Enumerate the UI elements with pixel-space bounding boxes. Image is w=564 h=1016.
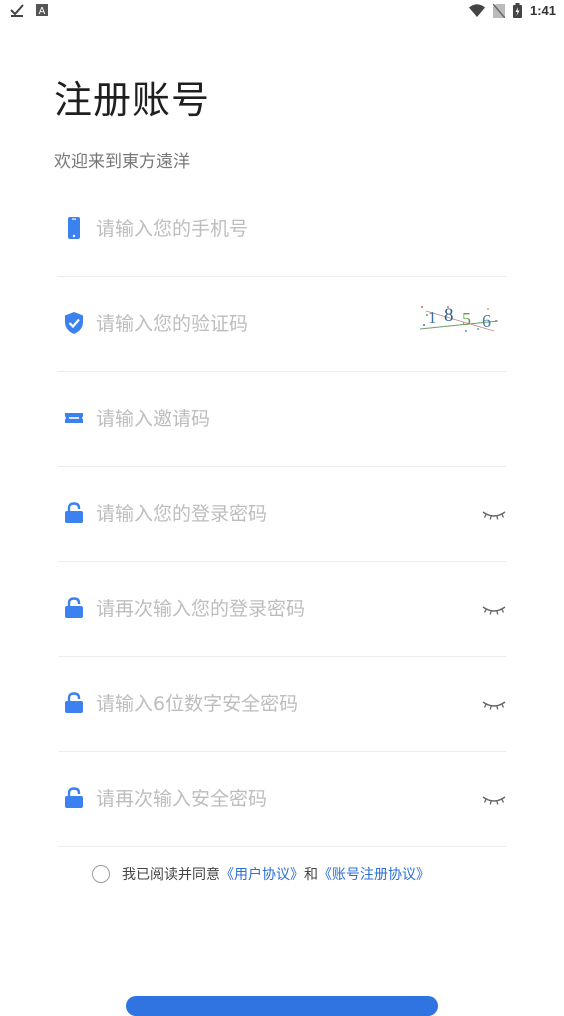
confirm-login-password-input[interactable]: [96, 592, 426, 626]
no-sim-icon: [492, 3, 505, 18]
svg-text:A: A: [39, 6, 46, 16]
agreement-radio[interactable]: [92, 865, 110, 883]
status-bar: A 1:41: [0, 0, 564, 24]
captcha-digit: 5: [462, 309, 471, 329]
confirm-login-password-field: [58, 562, 506, 657]
captcha-digit: 8: [444, 305, 454, 326]
register-form: 1 8 5 6: [58, 182, 506, 847]
agreement-and: 和: [304, 867, 318, 883]
invite-code-input[interactable]: [96, 402, 426, 436]
confirm-security-password-field: [58, 752, 506, 847]
agreement-prefix: 我已阅读并同意: [122, 867, 220, 883]
agreement-row: 我已阅读并同意 《用户协议》 和 《账号注册协议》: [92, 864, 430, 884]
captcha-digit: 6: [482, 311, 491, 331]
eye-closed-icon[interactable]: [482, 697, 506, 713]
security-password-input[interactable]: [96, 687, 426, 721]
status-time: 1:41: [529, 3, 556, 18]
page-subtitle: 欢迎来到東方遠洋: [54, 152, 190, 172]
wifi-icon: [468, 4, 485, 17]
status-right: 1:41: [468, 3, 556, 18]
phone-field: [58, 182, 506, 277]
eye-closed-icon[interactable]: [482, 602, 506, 618]
verify-code-input[interactable]: [96, 307, 426, 341]
battery-charging-icon: [512, 3, 522, 18]
phone-icon: [68, 217, 80, 239]
confirm-security-password-input[interactable]: [96, 782, 426, 816]
security-password-field: [58, 657, 506, 752]
register-submit-button[interactable]: [126, 996, 438, 1016]
login-password-input[interactable]: [96, 497, 426, 531]
user-agreement-link[interactable]: 《用户协议》: [220, 864, 304, 884]
eye-closed-icon[interactable]: [482, 507, 506, 523]
status-left: A: [10, 3, 48, 17]
download-check-icon: [10, 4, 24, 17]
lock-icon: [65, 502, 83, 523]
captcha-image[interactable]: 1 8 5 6: [418, 301, 502, 335]
lock-icon: [65, 787, 83, 808]
page-title: 注册账号: [54, 78, 211, 122]
lock-icon: [65, 597, 83, 618]
shield-check-icon: [65, 312, 83, 334]
ticket-icon: [65, 413, 83, 423]
register-agreement-link[interactable]: 《账号注册协议》: [318, 864, 430, 884]
verify-code-field: 1 8 5 6: [58, 277, 506, 372]
eye-closed-icon[interactable]: [482, 792, 506, 808]
phone-input[interactable]: [96, 212, 426, 246]
invite-code-field: [58, 372, 506, 467]
login-password-field: [58, 467, 506, 562]
app-a-icon: A: [36, 4, 48, 16]
captcha-digit: 1: [428, 308, 437, 327]
lock-icon: [65, 692, 83, 713]
